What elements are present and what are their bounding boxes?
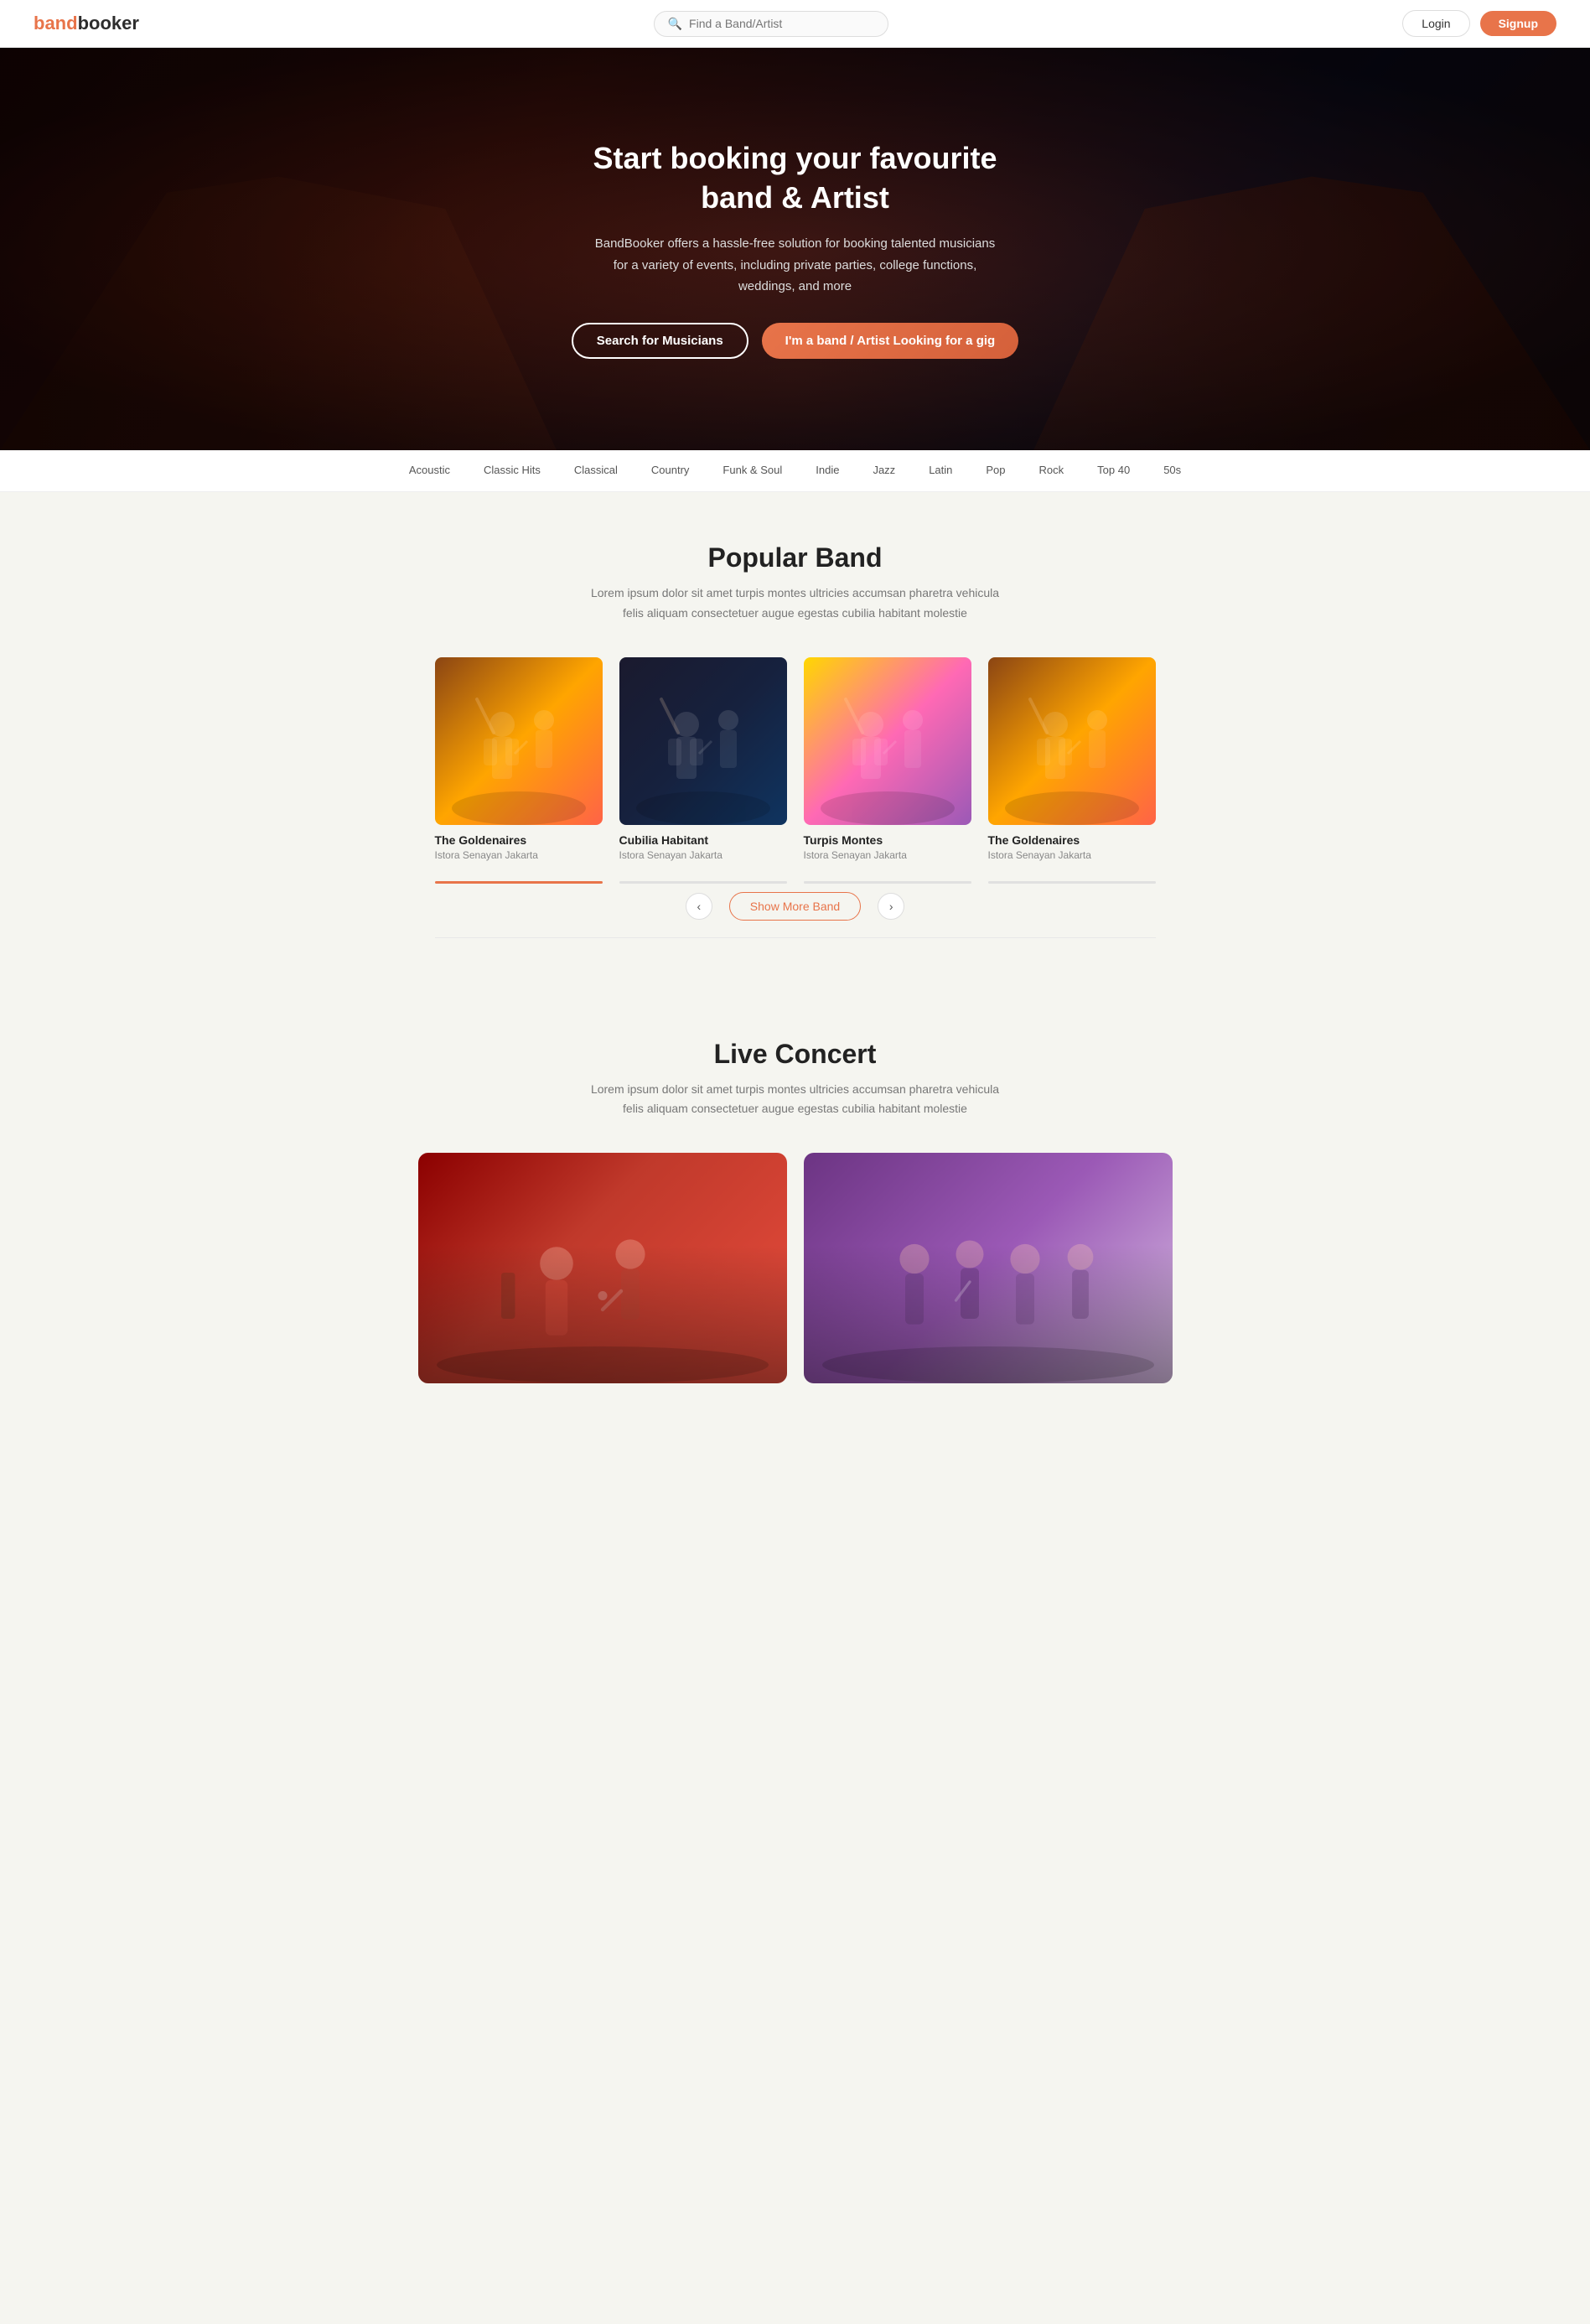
band-navigation: ‹ Show More Band › — [435, 892, 1156, 921]
genre-item-latin[interactable]: Latin — [912, 450, 969, 491]
genre-item-classical[interactable]: Classical — [557, 450, 634, 491]
hero-title: Start booking your favourite band & Arti… — [561, 139, 1030, 218]
band-location: Istora Senayan Jakarta — [988, 849, 1156, 861]
navbar: bandbooker 🔍 Login Signup — [0, 0, 1590, 48]
band-card[interactable]: The Goldenaires Istora Senayan Jakarta — [435, 657, 603, 861]
genre-item-classic-hits[interactable]: Classic Hits — [467, 450, 557, 491]
live-concert-subtitle: Lorem ipsum dolor sit amet turpis montes… — [586, 1080, 1005, 1120]
search-input[interactable] — [689, 17, 874, 30]
show-more-band-button[interactable]: Show More Band — [729, 892, 861, 921]
band-location: Istora Senayan Jakarta — [804, 849, 971, 861]
band-name: Cubilia Habitant — [619, 833, 787, 847]
genre-item-acoustic[interactable]: Acoustic — [392, 450, 467, 491]
genre-navigation: AcousticClassic HitsClassicalCountryFunk… — [0, 450, 1590, 492]
next-band-arrow[interactable]: › — [878, 893, 904, 920]
nav-actions: Login Signup — [1402, 10, 1556, 37]
popular-band-subtitle: Lorem ipsum dolor sit amet turpis montes… — [586, 584, 1005, 624]
genre-item-country[interactable]: Country — [634, 450, 707, 491]
concert-card[interactable] — [804, 1153, 1173, 1383]
progress-bar-4 — [988, 881, 1156, 884]
genre-item-top-40[interactable]: Top 40 — [1080, 450, 1147, 491]
progress-bar-active — [435, 881, 603, 884]
band-card[interactable]: The Goldenaires Istora Senayan Jakarta — [988, 657, 1156, 861]
concert-card[interactable] — [418, 1153, 787, 1383]
band-card-image — [619, 657, 787, 825]
concert-overlay — [804, 1153, 1173, 1383]
hero-subtitle: BandBooker offers a hassle-free solution… — [594, 233, 997, 298]
search-icon: 🔍 — [668, 17, 682, 31]
popular-band-title: Popular Band — [34, 542, 1556, 573]
band-name: The Goldenaires — [988, 833, 1156, 847]
progress-bar-row — [435, 881, 1156, 884]
band-card-image — [988, 657, 1156, 825]
band-card[interactable]: Cubilia Habitant Istora Senayan Jakarta — [619, 657, 787, 861]
concert-overlay — [418, 1153, 787, 1383]
live-concert-title: Live Concert — [34, 1039, 1556, 1070]
band-location: Istora Senayan Jakarta — [619, 849, 787, 861]
genre-item-50s[interactable]: 50s — [1147, 450, 1198, 491]
genre-item-funk-&-soul[interactable]: Funk & Soul — [706, 450, 799, 491]
progress-bar-3 — [804, 881, 971, 884]
login-button[interactable]: Login — [1402, 10, 1469, 37]
search-musicians-button[interactable]: Search for Musicians — [572, 323, 748, 359]
band-card[interactable]: Turpis Montes Istora Senayan Jakarta — [804, 657, 971, 861]
band-grid: The Goldenaires Istora Senayan Jakarta Cu… — [435, 657, 1156, 861]
logo-part1: band — [34, 13, 78, 34]
hero-buttons: Search for Musicians I'm a band / Artist… — [561, 323, 1030, 359]
progress-bar-2 — [619, 881, 787, 884]
popular-band-section: Popular Band Lorem ipsum dolor sit amet … — [0, 492, 1590, 988]
live-concert-grid — [418, 1153, 1173, 1383]
band-card-image — [804, 657, 971, 825]
prev-band-arrow[interactable]: ‹ — [686, 893, 712, 920]
band-name: Turpis Montes — [804, 833, 971, 847]
signup-button[interactable]: Signup — [1480, 11, 1556, 36]
hero-content: Start booking your favourite band & Arti… — [544, 122, 1047, 375]
genre-item-jazz[interactable]: Jazz — [856, 450, 912, 491]
genre-item-pop[interactable]: Pop — [969, 450, 1022, 491]
band-artist-button[interactable]: I'm a band / Artist Looking for a gig — [762, 323, 1019, 359]
logo-part2: booker — [78, 13, 139, 34]
genre-item-rock[interactable]: Rock — [1023, 450, 1081, 491]
section-divider — [435, 937, 1156, 938]
genre-item-indie[interactable]: Indie — [799, 450, 856, 491]
band-name: The Goldenaires — [435, 833, 603, 847]
hero-section: Start booking your favourite band & Arti… — [0, 48, 1590, 450]
live-concert-section: Live Concert Lorem ipsum dolor sit amet … — [0, 988, 1590, 1384]
band-location: Istora Senayan Jakarta — [435, 849, 603, 861]
band-card-image — [435, 657, 603, 825]
search-bar[interactable]: 🔍 — [654, 11, 888, 37]
logo: bandbooker — [34, 13, 139, 34]
